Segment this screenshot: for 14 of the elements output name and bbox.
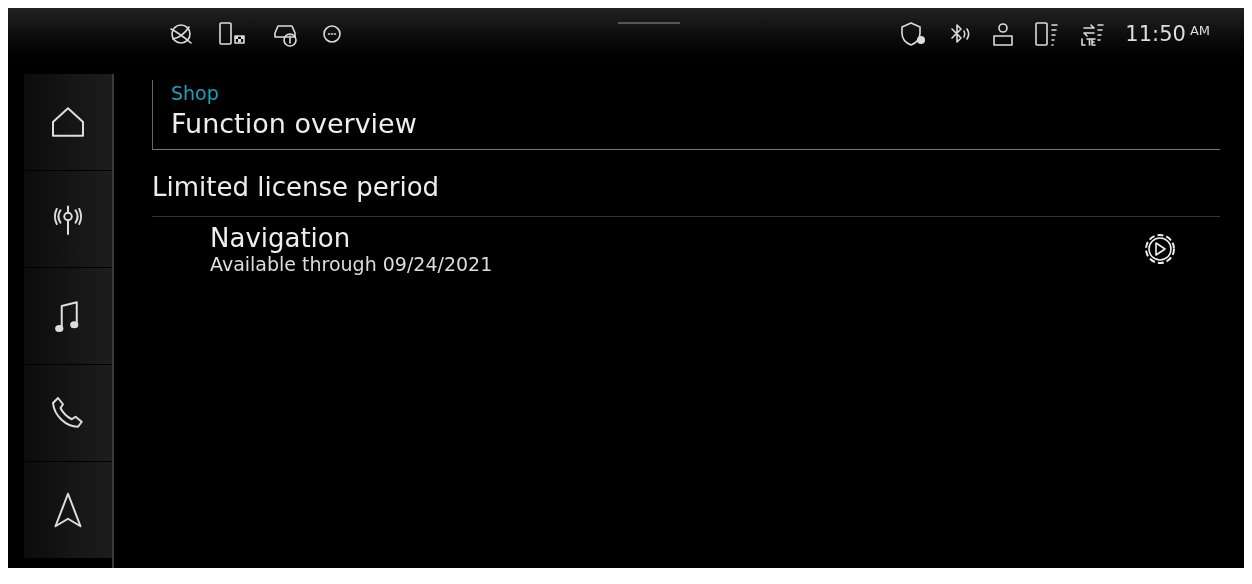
navigation-arrow-button[interactable] <box>24 462 112 558</box>
breadcrumb[interactable]: Shop <box>171 82 1220 104</box>
section-title: Limited license period <box>152 150 1220 217</box>
person-icon[interactable] <box>991 21 1016 47</box>
function-name[interactable]: Navigation <box>210 223 1140 253</box>
clock-time: 11:50 <box>1125 22 1186 46</box>
phone-button[interactable] <box>24 365 112 461</box>
antenna-button[interactable] <box>24 171 112 267</box>
license-expiry: Available through 09/24/2021 <box>210 253 494 275</box>
clock-period: AM <box>1189 22 1210 38</box>
page-title: Function overview <box>171 108 418 139</box>
music-note-button[interactable] <box>24 268 112 364</box>
home-button[interactable] <box>24 74 112 170</box>
more-icon[interactable] <box>322 24 342 44</box>
